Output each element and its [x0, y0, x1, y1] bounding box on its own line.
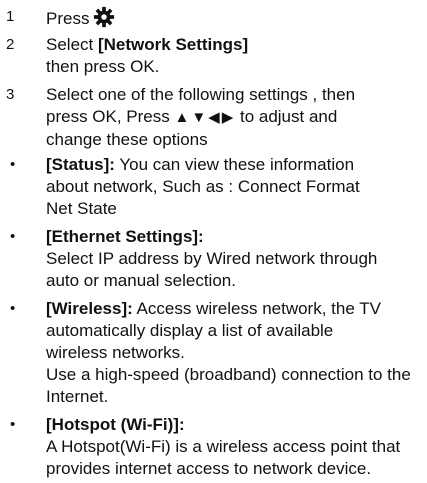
bullet-title: [Status]: [46, 155, 115, 174]
bullet-marker: • [10, 228, 16, 245]
bullet-title: [Ethernet Settings]: [46, 227, 204, 246]
bullet-marker: • [10, 156, 16, 173]
bullet-marker: • [10, 416, 16, 433]
step-text: Press [46, 9, 90, 28]
instructions-page: 1 Press 2 Select [Network Settings] then… [6, 6, 411, 478]
bullet-title: [Wireless]: [46, 299, 133, 318]
menu-name: [Network Settings] [97, 35, 249, 54]
arrow-keys-icon: ▲▼◀▶ [174, 109, 236, 126]
bullet-title: [Hotspot (Wi-Fi)]: [46, 415, 185, 434]
bullet-marker: • [10, 300, 16, 317]
step-number: 2 [6, 36, 15, 53]
gear-icon [93, 6, 115, 34]
step-number: 3 [6, 86, 15, 103]
step-number: 1 [6, 8, 15, 25]
